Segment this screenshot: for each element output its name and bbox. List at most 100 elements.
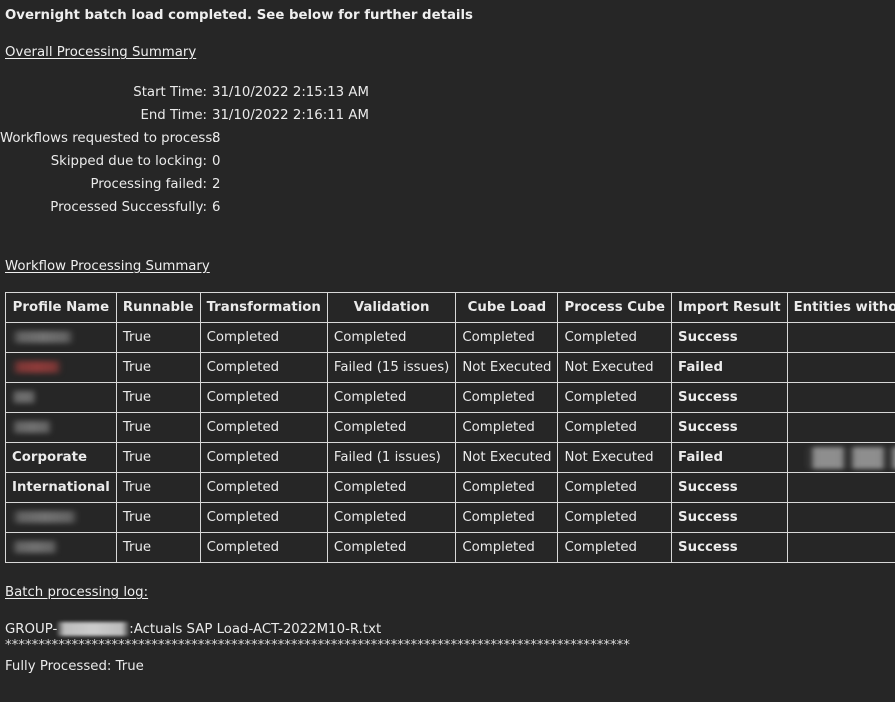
table-row: True Completed Failed (15 issues) Not Ex… <box>5 352 895 383</box>
cell-runnable: True <box>115 532 201 563</box>
log-file-line: GROUP- :Actuals SAP Load-ACT-2022M10-R.tx… <box>5 620 885 639</box>
cell-transformation: Completed <box>199 352 328 383</box>
cell-runnable: True <box>115 352 201 383</box>
cell-entities-without-files <box>786 502 895 533</box>
cell-profile-name <box>5 352 117 383</box>
cell-transformation: Completed <box>199 382 328 413</box>
cell-profile-name <box>5 322 117 353</box>
cell-import-result: Success <box>671 502 788 533</box>
summary-value: 6 <box>212 200 221 215</box>
cell-validation: Completed <box>326 412 457 443</box>
cell-profile-name <box>5 502 117 533</box>
cell-profile-name <box>5 532 117 563</box>
cell-entities-without-files <box>786 472 895 503</box>
summary-value: 8 <box>212 131 221 146</box>
cell-cube-load: Completed <box>455 532 559 563</box>
cell-import-result: Success <box>671 532 788 563</box>
summary-label: Skipped due to locking: <box>50 154 207 169</box>
workflow-processing-table: Profile Name Runnable Transformation Val… <box>5 292 895 563</box>
column-header-process-cube: Process Cube <box>557 292 673 323</box>
redacted-profile-name <box>12 510 78 523</box>
cell-entities-without-files <box>786 322 895 353</box>
cell-process-cube: Completed <box>557 532 673 563</box>
cell-transformation: Completed <box>199 532 328 563</box>
summary-row: Skipped due to locking: 0 <box>0 152 420 175</box>
cell-process-cube: Completed <box>557 502 673 533</box>
cell-runnable: True <box>115 442 201 473</box>
redacted-profile-name <box>12 330 74 343</box>
column-header-import-result: Import Result <box>671 292 788 323</box>
cell-validation: Completed <box>326 532 457 563</box>
summary-label: End Time: <box>140 108 207 123</box>
heading-workflow-processing-summary: Workflow Processing Summary <box>5 259 210 274</box>
redacted-profile-name <box>12 420 52 433</box>
cell-import-result: Success <box>671 472 788 503</box>
cell-cube-load: Completed <box>455 382 559 413</box>
summary-label: Processing failed: <box>90 177 207 192</box>
batch-log-block: GROUP- :Actuals SAP Load-ACT-2022M10-R.tx… <box>5 620 885 676</box>
summary-label: Workflows requested to process: <box>0 131 217 146</box>
cell-entities-without-files <box>786 412 895 443</box>
cell-transformation: Completed <box>199 442 328 473</box>
column-header-entities-without-files: Entities without Files: <box>786 292 895 323</box>
batch-report-page: Overnight batch load completed. See belo… <box>0 0 895 702</box>
table-row: True Completed Completed Completed Compl… <box>5 412 895 443</box>
summary-row: Processed Successfully: 6 <box>0 198 420 221</box>
cell-cube-load: Not Executed <box>455 442 559 473</box>
cell-profile-name: Corporate <box>5 442 117 473</box>
cell-import-result: Failed <box>671 442 788 473</box>
column-header-cube-load: Cube Load <box>455 292 559 323</box>
table-row: Corporate True Completed Failed (1 issue… <box>5 442 895 473</box>
summary-label: Start Time: <box>133 85 207 100</box>
cell-process-cube: Completed <box>557 322 673 353</box>
summary-row: Processing failed: 2 <box>0 175 420 198</box>
workflow-table-wrapper: Profile Name Runnable Transformation Val… <box>5 292 895 563</box>
redacted-profile-name <box>12 390 36 403</box>
intro-message: Overnight batch load completed. See belo… <box>5 8 473 23</box>
summary-value: 31/10/2022 2:15:13 AM <box>212 85 369 100</box>
cell-cube-load: Completed <box>455 472 559 503</box>
redacted-entities-list <box>804 446 895 469</box>
cell-entities-without-files <box>786 442 895 473</box>
cell-import-result: Success <box>671 412 788 443</box>
cell-profile-name <box>5 412 117 443</box>
column-header-validation: Validation <box>326 292 457 323</box>
cell-import-result: Success <box>671 322 788 353</box>
redacted-profile-name <box>12 360 62 373</box>
cell-transformation: Completed <box>199 502 328 533</box>
heading-overall-processing-summary: Overall Processing Summary <box>5 45 197 60</box>
table-row: True Completed Completed Completed Compl… <box>5 532 895 563</box>
summary-value: 0 <box>212 154 221 169</box>
cell-validation: Completed <box>326 472 457 503</box>
cell-profile-name <box>5 382 117 413</box>
cell-cube-load: Completed <box>455 502 559 533</box>
cell-runnable: True <box>115 382 201 413</box>
summary-value: 2 <box>212 177 221 192</box>
summary-row: Workflows requested to process: 8 <box>0 129 420 152</box>
log-separator-line: ****************************************… <box>5 639 630 653</box>
table-row: True Completed Completed Completed Compl… <box>5 502 895 533</box>
workflow-table-body: True Completed Completed Completed Compl… <box>5 322 895 563</box>
cell-process-cube: Completed <box>557 382 673 413</box>
log-fully-processed-line: Fully Processed: True <box>5 659 144 674</box>
table-row: True Completed Completed Completed Compl… <box>5 322 895 353</box>
cell-runnable: True <box>115 502 201 533</box>
cell-transformation: Completed <box>199 472 328 503</box>
cell-entities-without-files <box>786 382 895 413</box>
log-file-suffix: :Actuals SAP Load-ACT-2022M10-R.txt <box>129 622 382 637</box>
redacted-group-name <box>57 622 130 636</box>
log-file-prefix: GROUP- <box>5 622 58 637</box>
table-row: True Completed Completed Completed Compl… <box>5 382 895 413</box>
cell-process-cube: Not Executed <box>557 352 673 383</box>
summary-label: Processed Successfully: <box>50 200 207 215</box>
cell-import-result: Success <box>671 382 788 413</box>
cell-entities-without-files <box>786 532 895 563</box>
summary-value: 31/10/2022 2:16:11 AM <box>212 108 369 123</box>
cell-validation: Completed <box>326 322 457 353</box>
cell-transformation: Completed <box>199 412 328 443</box>
cell-validation: Completed <box>326 382 457 413</box>
cell-runnable: True <box>115 322 201 353</box>
cell-entities-without-files <box>786 352 895 383</box>
cell-profile-name: International <box>5 472 117 503</box>
cell-process-cube: Completed <box>557 412 673 443</box>
